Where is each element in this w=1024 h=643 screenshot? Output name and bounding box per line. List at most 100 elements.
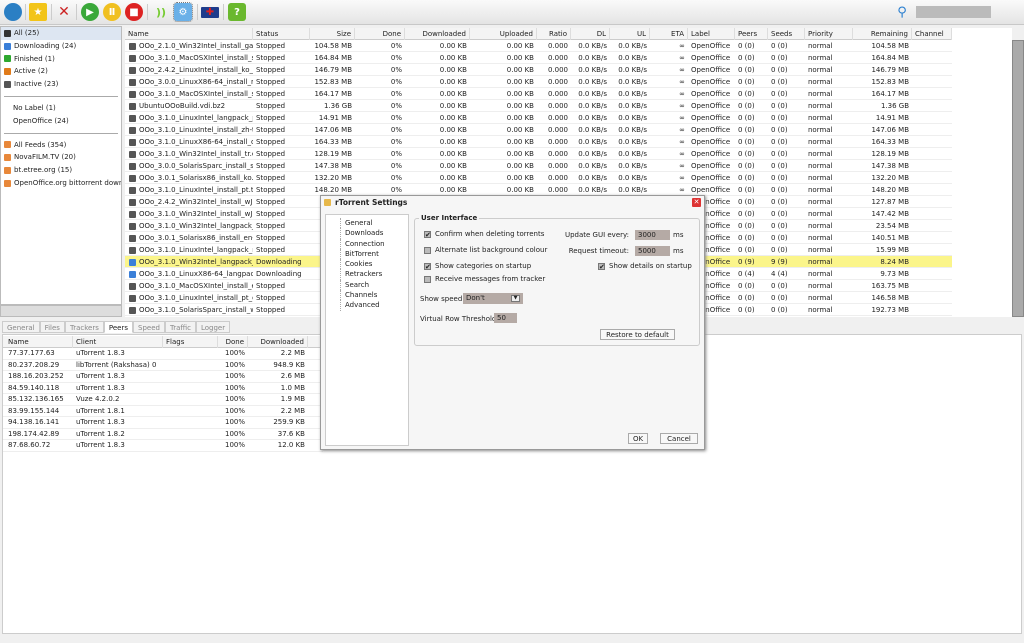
request-timeout-input[interactable]: 5000 — [635, 246, 670, 256]
table-row[interactable]: OOo_2.4.2_LinuxIntel_install_ko_d Stopped… — [125, 64, 952, 76]
table-row[interactable]: OOo_3.1.0_LinuxIntel_langpack_pl Stopped 1… — [125, 112, 952, 124]
close-button[interactable]: ✕ — [692, 198, 701, 207]
settings-nav-advanced[interactable]: Advanced — [340, 300, 408, 311]
show-details-checkbox[interactable]: ✔ Show details on startup — [598, 262, 692, 270]
sidebar-item-feed[interactable]: NovaFILM.TV (20) — [1, 151, 121, 164]
column-header-seeds[interactable]: Seeds — [768, 28, 805, 40]
delete-icon[interactable]: ✕ — [55, 3, 73, 21]
help-icon[interactable]: ? — [228, 3, 246, 21]
settings-nav-channels[interactable]: Channels — [340, 290, 408, 301]
table-row[interactable]: OOo_3.0.0_SolarisSparc_install_sv Stopped… — [125, 160, 952, 172]
language-flag-icon[interactable]: ✚ — [201, 7, 219, 18]
settings-nav-downloads[interactable]: Downloads — [340, 228, 408, 239]
cell-text: OpenOffice — [691, 186, 731, 194]
settings-icon[interactable]: ⚙ — [173, 2, 193, 22]
show-speed-select[interactable]: Don't ▼ — [463, 293, 523, 304]
tab-speed[interactable]: Speed — [133, 321, 165, 333]
column-header-eta[interactable]: ETA — [650, 28, 688, 40]
settings-nav-bittorrent[interactable]: BitTorrent — [340, 248, 408, 260]
peer-row[interactable]: 94.138.16.141 uTorrent 1.8.3 100% 259.9 KB — [3, 417, 323, 429]
cancel-button[interactable]: Cancel — [660, 433, 698, 444]
sidebar-item-status[interactable]: Active (2) — [1, 65, 121, 78]
peer-row[interactable]: 188.16.203.252 uTorrent 1.8.3 100% 2.6 MB — [3, 371, 323, 383]
restore-default-button[interactable]: Restore to default — [600, 329, 675, 340]
settings-nav-search[interactable]: Search — [340, 279, 408, 291]
sidebar-item-feed[interactable]: All Feeds (354) — [1, 139, 121, 152]
peer-row[interactable]: 87.68.60.72 uTorrent 1.8.3 100% 12.0 KB — [3, 440, 323, 452]
table-row[interactable]: OOo_2.1.0_Win32Intel_install_ga. Stopped 1… — [125, 40, 952, 52]
peer-row[interactable]: 83.99.155.144 uTorrent 1.8.1 100% 2.2 MB — [3, 406, 323, 417]
dialog-title-bar[interactable]: rTorrent Settings ✕ — [321, 196, 704, 210]
column-header-dl[interactable]: DL — [571, 28, 610, 40]
column-header-priority[interactable]: Priority — [805, 28, 853, 40]
sidebar-item-label-filter[interactable]: No Label (1) — [1, 102, 121, 115]
rss-icon[interactable]: )) — [152, 3, 170, 21]
show-categories-checkbox[interactable]: ✔ Show categories on startup — [424, 262, 531, 270]
alternate-bg-checkbox[interactable]: Alternate list background colour — [424, 246, 547, 254]
sidebar-item-status[interactable]: Downloading (24) — [1, 40, 121, 53]
star-icon[interactable]: ★ — [29, 3, 47, 21]
tab-traffic[interactable]: Traffic — [164, 321, 196, 333]
tab-peers[interactable]: Peers — [103, 321, 133, 333]
tab-logger[interactable]: Logger — [195, 321, 231, 333]
column-header-size[interactable]: Size — [310, 28, 355, 40]
sidebar-item-feed[interactable]: OpenOffice.org bittorrent downloa — [1, 177, 121, 190]
tab-files[interactable]: Files — [39, 321, 65, 333]
column-header-ul[interactable]: UL — [610, 28, 650, 40]
table-row[interactable]: OOo_3.1.0_LinuxIntel_install_zh-tw Stoppe… — [125, 124, 952, 136]
column-header-status[interactable]: Status — [253, 28, 310, 40]
peers-column-done[interactable]: Done — [218, 336, 248, 348]
tab-general[interactable]: General — [2, 321, 40, 333]
table-row[interactable]: OOo_3.1.0_LinuxX86-64_install_de Stopped 1… — [125, 136, 952, 148]
receive-messages-checkbox[interactable]: Receive messages from tracker — [424, 275, 545, 283]
confirm-delete-checkbox[interactable]: ✔ Confirm when deleting torrents — [424, 230, 544, 238]
peer-row[interactable]: 198.174.42.89 uTorrent 1.8.2 100% 37.6 KB — [3, 429, 323, 440]
search-icon[interactable]: ⚲ — [893, 3, 911, 21]
ok-button[interactable]: OK — [628, 433, 648, 444]
globe-icon[interactable] — [4, 3, 22, 21]
settings-nav-connection[interactable]: Connection — [340, 238, 408, 249]
column-header-channel[interactable]: Channel — [912, 28, 952, 40]
search-input[interactable] — [916, 6, 991, 18]
sidebar-item-status[interactable]: All (25) — [1, 27, 121, 40]
stop-icon[interactable]: ■ — [125, 3, 143, 21]
column-header-name[interactable]: Name — [125, 28, 253, 40]
update-gui-input[interactable]: 3000 — [635, 230, 670, 240]
peers-column-name[interactable]: Name — [5, 336, 73, 348]
peer-row[interactable]: 80.237.208.29 libTorrent (Rakshasa) 0 100%… — [3, 360, 323, 371]
cell-channel — [912, 160, 952, 172]
column-header-remaining[interactable]: Remaining — [853, 28, 912, 40]
table-row[interactable]: OOo_3.1.0_MacOSXIntel_install_sv Stopped 1… — [125, 52, 952, 64]
pause-icon[interactable]: Ⅱ — [103, 3, 121, 21]
peers-column-flags[interactable]: Flags — [163, 336, 218, 348]
peers-column-downloaded[interactable]: Downloaded — [253, 336, 308, 348]
table-row[interactable]: OOo_3.0.0_LinuxX86-64_install_ru Stopped 1… — [125, 76, 952, 88]
sidebar-item-status[interactable]: Inactive (23) — [1, 78, 121, 91]
settings-nav-retrackers[interactable]: Retrackers — [340, 269, 408, 280]
virtual-row-input[interactable]: 50 — [494, 313, 517, 323]
divider — [223, 4, 224, 20]
peer-row[interactable]: 84.59.140.118 uTorrent 1.8.3 100% 1.0 MB — [3, 383, 323, 394]
start-icon[interactable]: ▶ — [81, 3, 99, 21]
column-header-label[interactable]: Label — [688, 28, 735, 40]
peer-row[interactable]: 77.37.177.63 uTorrent 1.8.3 100% 2.2 MB — [3, 348, 323, 360]
table-row[interactable]: UbuntuOOoBuild.vdi.bz2 Stopped 1.36 GB 0% 0.… — [125, 100, 952, 112]
table-row[interactable]: OOo_3.1.0_Win32Intel_install_tr.e Stopped… — [125, 148, 952, 160]
table-row[interactable]: OOo_3.0.1_Solarisx86_install_ko.t Stopped… — [125, 172, 952, 184]
settings-nav-general[interactable]: General — [340, 218, 408, 229]
tab-trackers[interactable]: Trackers — [64, 321, 104, 333]
column-header-done[interactable]: Done — [355, 28, 405, 40]
vertical-scrollbar[interactable] — [1012, 40, 1024, 317]
column-header-uploaded[interactable]: Uploaded — [470, 28, 537, 40]
table-row[interactable]: OOo_3.1.0_MacOSXIntel_install_sr Stopped 1… — [125, 88, 952, 100]
sidebar-item-status[interactable]: Finished (1) — [1, 53, 121, 66]
sidebar-item-label-filter[interactable]: OpenOffice (24) — [1, 115, 121, 128]
settings-nav-cookies[interactable]: Cookies — [340, 259, 408, 270]
peers-column-client[interactable]: Client — [73, 336, 163, 348]
column-header-ratio[interactable]: Ratio — [537, 28, 571, 40]
column-header-peers[interactable]: Peers — [735, 28, 768, 40]
horizontal-scrollbar[interactable] — [0, 305, 122, 317]
peer-row[interactable]: 85.132.136.165 Vuze 4.2.0.2 100% 1.9 MB — [3, 394, 323, 406]
column-header-downloaded[interactable]: Downloaded — [405, 28, 470, 40]
sidebar-item-feed[interactable]: bt.etree.org (15) — [1, 164, 121, 177]
